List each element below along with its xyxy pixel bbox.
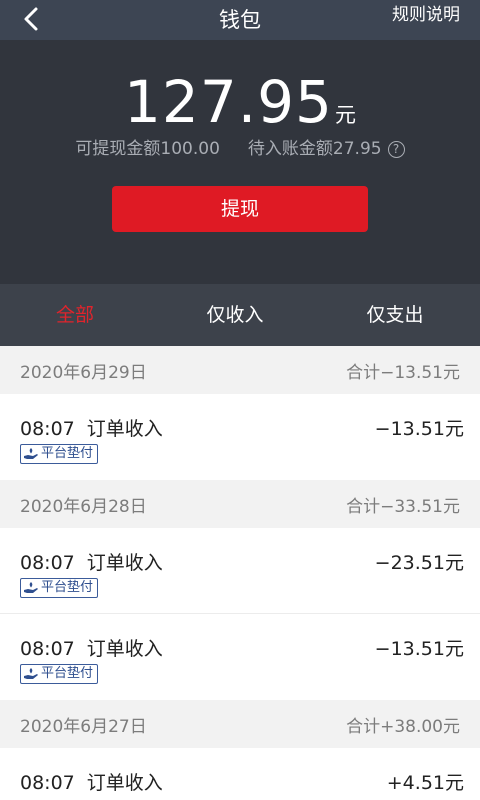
- badge-label: 平台垫付: [41, 666, 94, 681]
- transaction-row[interactable]: 08:07 订单收入 −13.51元 平台垫付: [0, 614, 480, 700]
- transaction-row[interactable]: 08:07 订单收入 +4.51元: [0, 748, 480, 800]
- withdraw-button[interactable]: 提现: [112, 186, 368, 232]
- date-group-header: 2020年6月27日 合计+38.00元: [0, 700, 480, 748]
- transaction-type: 订单收入: [86, 638, 163, 660]
- hand-coin-icon: [24, 582, 38, 593]
- transaction-amount: +4.51元: [386, 772, 464, 794]
- platform-advance-badge: 平台垫付: [20, 578, 99, 598]
- balance-amount: 127.95: [124, 68, 333, 136]
- balance-display: 127.95元: [0, 70, 480, 134]
- group-total: 合计−33.51元: [346, 496, 460, 517]
- transaction-row[interactable]: 08:07 订单收入 −13.51元 平台垫付: [0, 394, 480, 480]
- group-total: 合计+38.00元: [346, 716, 460, 737]
- pending-amount: 待入账金额27.95: [247, 139, 382, 159]
- rules-link[interactable]: 规则说明: [392, 0, 460, 32]
- balance-unit: 元: [334, 103, 356, 127]
- wallet-summary: 127.95元 可提现金额100.00 待入账金额27.95? 提现: [0, 40, 480, 284]
- filter-tabs: 全部 仅收入 仅支出: [0, 284, 480, 346]
- transaction-type: 订单收入: [86, 552, 163, 574]
- transaction-time: 08:07: [20, 552, 75, 574]
- transaction-list: 2020年6月29日 合计−13.51元 08:07 订单收入 −13.51元 平…: [0, 346, 480, 800]
- back-button[interactable]: [14, 5, 50, 35]
- withdrawable-amount: 可提现金额100.00: [75, 139, 220, 159]
- balance-breakdown: 可提现金额100.00 待入账金额27.95?: [0, 134, 480, 159]
- tab-expense-only[interactable]: 仅支出: [350, 284, 440, 346]
- date-group-header: 2020年6月28日 合计−33.51元: [0, 480, 480, 528]
- transaction-type: 订单收入: [86, 772, 163, 794]
- platform-advance-badge: 平台垫付: [20, 444, 99, 464]
- nav-bar: 钱包 规则说明: [0, 0, 480, 40]
- chevron-left-icon: [24, 7, 38, 31]
- badge-label: 平台垫付: [41, 446, 94, 461]
- transaction-time: 08:07: [20, 638, 75, 660]
- group-date: 2020年6月28日: [20, 496, 147, 517]
- badge-label: 平台垫付: [41, 580, 94, 595]
- transaction-amount: −13.51元: [374, 638, 464, 660]
- transaction-time: 08:07: [20, 772, 75, 794]
- hand-coin-icon: [24, 668, 38, 679]
- platform-advance-badge: 平台垫付: [20, 664, 99, 684]
- question-circle-icon[interactable]: ?: [387, 141, 405, 158]
- transaction-row[interactable]: 08:07 订单收入 −23.51元 平台垫付: [0, 528, 480, 614]
- transaction-amount: −23.51元: [374, 552, 464, 574]
- group-date: 2020年6月27日: [20, 716, 147, 737]
- tab-income-only[interactable]: 仅收入: [190, 284, 280, 346]
- transaction-time: 08:07: [20, 418, 75, 440]
- group-date: 2020年6月29日: [20, 362, 147, 383]
- date-group-header: 2020年6月29日 合计−13.51元: [0, 346, 480, 394]
- transaction-amount: −13.51元: [374, 418, 464, 440]
- hand-coin-icon: [24, 448, 38, 459]
- tab-all[interactable]: 全部: [30, 284, 120, 346]
- group-total: 合计−13.51元: [346, 362, 460, 383]
- transaction-type: 订单收入: [86, 418, 163, 440]
